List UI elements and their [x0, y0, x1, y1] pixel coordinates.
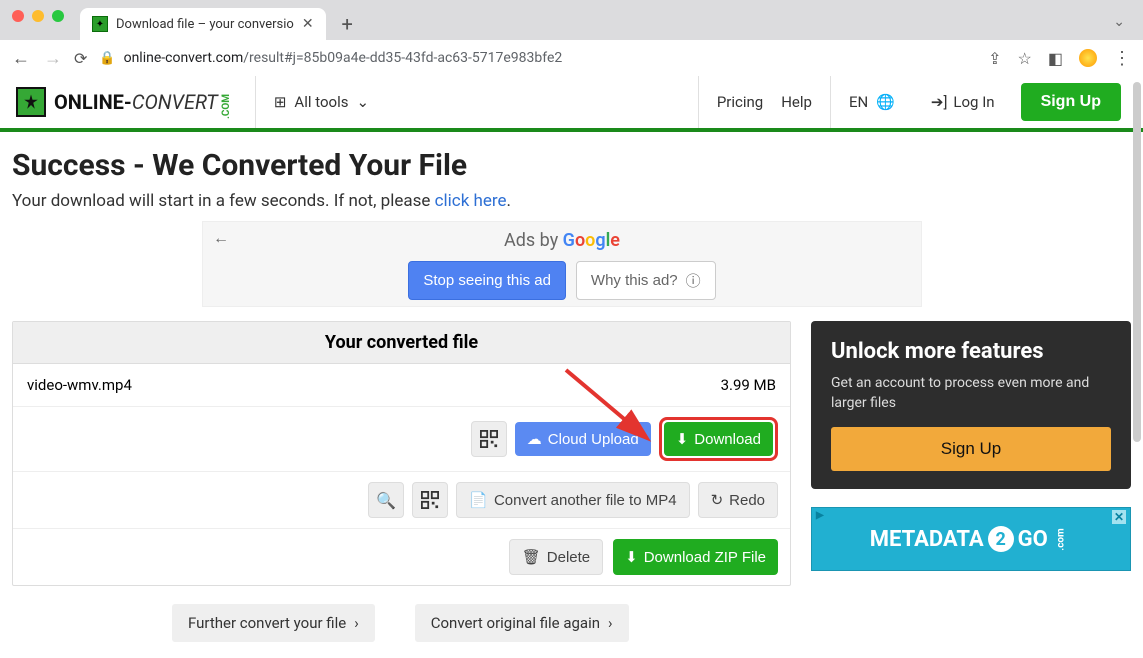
file-size: 3.99 MB — [721, 376, 776, 394]
language-selector[interactable]: EN 🌐 — [830, 76, 913, 128]
chevron-right-icon: › — [354, 614, 359, 632]
promo-title: Unlock more features — [831, 339, 1111, 364]
ad-back-icon[interactable]: ← — [213, 228, 229, 248]
ad-info-icon[interactable]: ▶ — [816, 510, 824, 521]
further-convert-link[interactable]: Further convert your file › — [172, 604, 375, 642]
url-host: online-convert.com — [124, 50, 244, 66]
new-tab-button[interactable]: + — [336, 8, 359, 40]
reload-button[interactable]: ⟳ — [74, 49, 87, 68]
banner-close-icon[interactable]: ✕ — [1112, 510, 1126, 524]
cloud-icon: ☁ — [527, 430, 542, 448]
browser-tab[interactable]: ✦ Download file – your conversio ✕ — [80, 8, 326, 40]
redo-icon: ↻ — [711, 491, 724, 509]
download-button[interactable]: ⬇ Download — [664, 422, 773, 456]
page-subtitle: Your download will start in a few second… — [12, 191, 1131, 211]
banner-text-b: GO — [1018, 527, 1048, 552]
panel-icon[interactable]: ◧ — [1048, 49, 1063, 68]
download-icon: ⬇ — [676, 430, 689, 448]
window-controls — [0, 0, 76, 22]
scrollbar[interactable] — [1133, 82, 1141, 442]
search-button[interactable]: 🔍 — [368, 482, 404, 518]
convert-another-button[interactable]: 📄 Convert another file to MP4 — [456, 482, 689, 518]
window-minimize[interactable] — [32, 10, 44, 22]
file-name: video-wmv.mp4 — [27, 376, 132, 394]
redo-button[interactable]: ↻ Redo — [698, 482, 778, 518]
delete-button[interactable]: 🗑 Delete — [509, 539, 603, 575]
logo-mark-icon — [16, 87, 46, 117]
chevron-down-icon: ⌄ — [356, 93, 369, 111]
banner-dotcom: .com — [1056, 528, 1067, 550]
address-bar[interactable]: 🔒 online-convert.com/result#j=85b09a4e-d… — [99, 50, 976, 66]
logo-text-a: ONLINE- — [54, 90, 132, 114]
star-icon[interactable]: ☆ — [1018, 49, 1032, 68]
promo-box: Unlock more features Get an account to p… — [811, 321, 1131, 489]
login-label: Log In — [953, 93, 994, 111]
qr-code-button-2[interactable] — [412, 482, 448, 518]
lang-label: EN — [849, 93, 868, 111]
qr-code-button[interactable] — [471, 421, 507, 457]
browser-chrome: ✦ Download file – your conversio ✕ + ⌄ ←… — [0, 0, 1143, 76]
cloud-upload-button[interactable]: ☁ Cloud Upload — [515, 422, 651, 456]
site-header: ONLINE-CONVERT.COM ⊞ All tools ⌄ Pricing… — [0, 76, 1143, 132]
all-tools-menu[interactable]: ⊞ All tools ⌄ — [255, 76, 387, 128]
extension-icon[interactable] — [1079, 49, 1097, 67]
url-path: /result#j=85b09a4e-dd35-43fd-ac63-5717e9… — [243, 50, 562, 66]
back-button[interactable]: ← — [12, 48, 30, 69]
window-close[interactable] — [12, 10, 24, 22]
main-content: Success - We Converted Your File Your do… — [0, 132, 1143, 658]
converted-file-panel: Your converted file video-wmv.mp4 3.99 M… — [12, 321, 791, 586]
help-link[interactable]: Help — [781, 93, 812, 111]
kebab-menu-icon[interactable]: ⋮ — [1113, 48, 1131, 69]
ad-title: Ads by Google — [209, 230, 915, 251]
search-icon: 🔍 — [376, 491, 396, 510]
browser-toolbar: ← → ⟳ 🔒 online-convert.com/result#j=85b0… — [0, 40, 1143, 76]
file-icon: 📄 — [469, 491, 488, 509]
click-here-link[interactable]: click here — [435, 191, 507, 211]
page-title: Success - We Converted Your File — [12, 148, 1131, 183]
tab-close-icon[interactable]: ✕ — [302, 16, 314, 32]
site-logo[interactable]: ONLINE-CONVERT.COM — [0, 87, 255, 117]
signup-button[interactable]: Sign Up — [1021, 83, 1121, 121]
lock-icon: 🔒 — [99, 51, 115, 66]
info-icon: ⓘ — [686, 270, 701, 291]
logo-text-b: CONVERT — [132, 90, 218, 114]
grid-icon: ⊞ — [274, 93, 287, 111]
login-link[interactable]: ➔] Log In — [931, 93, 995, 111]
chevron-down-icon[interactable]: ⌄ — [1113, 14, 1125, 30]
tab-title: Download file – your conversio — [116, 17, 294, 32]
all-tools-label: All tools — [294, 93, 348, 111]
chevron-right-icon: › — [608, 614, 613, 632]
tab-favicon-icon: ✦ — [92, 16, 108, 32]
download-highlight: ⬇ Download — [659, 417, 778, 461]
window-zoom[interactable] — [52, 10, 64, 22]
globe-icon: 🌐 — [876, 93, 895, 111]
panel-title: Your converted file — [13, 322, 790, 364]
forward-button: → — [44, 48, 62, 69]
download-zip-button[interactable]: ⬇ Download ZIP File — [613, 539, 778, 575]
banner-text-a: METADATA — [870, 527, 984, 552]
share-icon[interactable]: ⇪ — [988, 49, 1001, 68]
why-ad-button[interactable]: Why this ad?ⓘ — [576, 261, 716, 300]
file-row: video-wmv.mp4 3.99 MB — [13, 364, 790, 407]
pricing-link[interactable]: Pricing — [717, 93, 763, 111]
ad-banner[interactable]: ▶ METADATA 2 GO .com ✕ — [811, 507, 1131, 571]
promo-body: Get an account to process even more and … — [831, 374, 1111, 413]
tab-strip: ✦ Download file – your conversio ✕ + — [0, 0, 1143, 40]
download-icon: ⬇ — [625, 548, 638, 566]
promo-signup-button[interactable]: Sign Up — [831, 427, 1111, 471]
stop-ad-button[interactable]: Stop seeing this ad — [408, 261, 566, 300]
qr-icon — [480, 430, 498, 448]
banner-two-icon: 2 — [988, 526, 1014, 552]
convert-original-link[interactable]: Convert original file again › — [415, 604, 629, 642]
qr-icon — [421, 491, 439, 509]
login-arrow-icon: ➔] — [931, 93, 948, 111]
trash-icon: 🗑 — [522, 548, 541, 566]
ad-box: ← Ads by Google Stop seeing this ad Why … — [202, 221, 922, 307]
logo-text-c: .COM — [221, 94, 232, 119]
